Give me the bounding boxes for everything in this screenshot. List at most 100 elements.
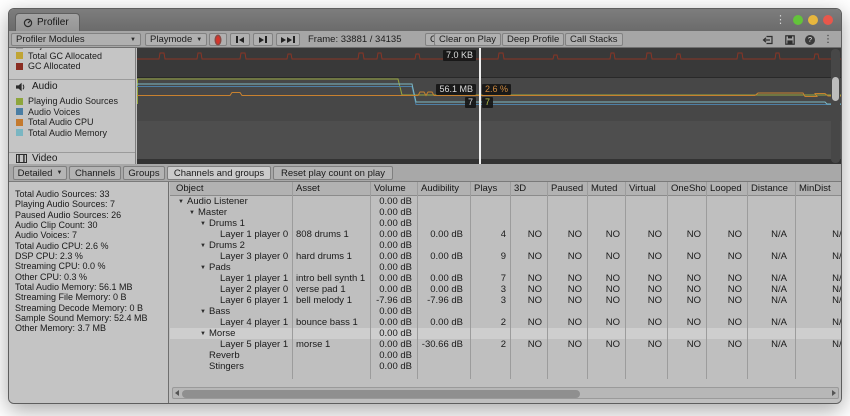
column-separator[interactable] bbox=[547, 182, 548, 379]
column-separator[interactable] bbox=[370, 182, 371, 379]
column-header-object[interactable]: Object bbox=[170, 182, 292, 195]
frame-playhead[interactable] bbox=[479, 48, 481, 164]
foldout-arrow-icon[interactable]: ▼ bbox=[200, 329, 209, 339]
column-header-muted[interactable]: Muted bbox=[587, 182, 625, 195]
column-header-volume[interactable]: Volume bbox=[370, 182, 417, 195]
column-separator[interactable] bbox=[470, 182, 471, 379]
table-row[interactable]: ▼Drums 10.00 dB bbox=[170, 218, 841, 229]
cell-asset bbox=[292, 240, 370, 251]
cell-mindist: N/A bbox=[795, 339, 841, 350]
cell-muted bbox=[587, 207, 625, 218]
column-header-looped[interactable]: Looped bbox=[706, 182, 747, 195]
table-row[interactable]: Layer 2 player 0verse pad 10.00 dB0.00 d… bbox=[170, 284, 841, 295]
scroll-left-arrow-icon[interactable] bbox=[175, 390, 179, 396]
chart-scrollbar-thumb[interactable] bbox=[832, 77, 839, 101]
object-label: Layer 1 player 1 bbox=[220, 273, 288, 284]
column-separator[interactable] bbox=[292, 182, 293, 379]
cell-object: Stingers bbox=[170, 361, 292, 372]
column-separator[interactable] bbox=[795, 182, 796, 379]
profiler-modules-dropdown[interactable]: Profiler Modules ▼ bbox=[11, 33, 141, 46]
cell-volume: 0.00 dB bbox=[370, 306, 417, 317]
column-header-mindist[interactable]: MinDist bbox=[795, 182, 841, 195]
legend-item[interactable]: Total Audio Memory bbox=[9, 128, 135, 139]
legend-item[interactable]: Total GC Allocated bbox=[9, 51, 135, 62]
column-header-oneshot[interactable]: OneShot bbox=[667, 182, 706, 195]
traffic-light-green[interactable] bbox=[793, 15, 803, 25]
load-profile-button[interactable] bbox=[759, 33, 777, 46]
foldout-arrow-icon[interactable]: ▼ bbox=[200, 263, 209, 273]
column-header-distance[interactable]: Distance bbox=[747, 182, 795, 195]
record-button[interactable] bbox=[209, 33, 227, 46]
column-separator[interactable] bbox=[510, 182, 511, 379]
table-row[interactable]: ▼Master0.00 dB bbox=[170, 207, 841, 218]
table-row[interactable]: Layer 6 player 1bell melody 1-7.96 dB-7.… bbox=[170, 295, 841, 306]
toolbar-menu-button[interactable]: ⋮ bbox=[819, 33, 837, 46]
cell-distance bbox=[747, 196, 795, 207]
column-separator[interactable] bbox=[625, 182, 626, 379]
help-button[interactable]: ? bbox=[801, 33, 819, 46]
cell-mindist bbox=[795, 240, 841, 251]
table-row[interactable]: ▼Pads0.00 dB bbox=[170, 262, 841, 273]
playmode-dropdown[interactable]: Playmode ▼ bbox=[145, 33, 207, 46]
tab-groups[interactable]: Groups bbox=[123, 166, 165, 180]
column-separator[interactable] bbox=[747, 182, 748, 379]
titlebar-menu-icon[interactable]: ⋮ bbox=[773, 15, 788, 26]
table-row[interactable]: Layer 5 player 1morse 10.00 dB-30.66 dB2… bbox=[170, 339, 841, 350]
table-row[interactable]: ▼Morse0.00 dB bbox=[170, 328, 841, 339]
cell-plays bbox=[470, 361, 510, 372]
chart-vertical-scrollbar[interactable] bbox=[831, 49, 840, 163]
legend-item[interactable]: GC Allocated bbox=[9, 61, 135, 72]
column-separator[interactable] bbox=[706, 182, 707, 379]
call-stacks-button[interactable]: Call Stacks bbox=[565, 33, 623, 46]
table-row[interactable]: ▼Audio Listener0.00 dB bbox=[170, 196, 841, 207]
clear-on-play-button[interactable]: Clear on Play bbox=[434, 33, 501, 46]
reset-play-count-button[interactable]: Reset play count on play bbox=[273, 166, 393, 180]
traffic-light-red[interactable] bbox=[823, 15, 833, 25]
current-frame-button[interactable] bbox=[276, 33, 300, 46]
scroll-right-arrow-icon[interactable] bbox=[832, 390, 836, 396]
table-row[interactable]: Stingers0.00 dB bbox=[170, 361, 841, 372]
foldout-arrow-icon[interactable]: ▼ bbox=[189, 208, 198, 218]
table-row[interactable]: Layer 1 player 1intro bell synth 10.00 d… bbox=[170, 273, 841, 284]
legend-item[interactable]: Audio Voices bbox=[9, 107, 135, 118]
foldout-arrow-icon[interactable]: ▼ bbox=[200, 307, 209, 317]
detailed-view-dropdown[interactable]: Detailed ▼ bbox=[13, 166, 67, 180]
cell-volume: 0.00 dB bbox=[370, 218, 417, 229]
column-header-audibility[interactable]: Audibility bbox=[417, 182, 470, 195]
table-row[interactable]: ▼Bass0.00 dB bbox=[170, 306, 841, 317]
tab-channels[interactable]: Channels bbox=[69, 166, 121, 180]
legend-item[interactable]: Playing Audio Sources bbox=[9, 96, 135, 107]
column-separator[interactable] bbox=[587, 182, 588, 379]
table-row[interactable]: Layer 4 player 1bounce bass 10.00 dB0.00… bbox=[170, 317, 841, 328]
column-header-plays[interactable]: Plays bbox=[470, 182, 510, 195]
chart-canvas[interactable]: 7.0 KB 56.1 MB 2.6 % 7 7 bbox=[137, 48, 841, 164]
cell-virtual: NO bbox=[625, 251, 667, 262]
table-row[interactable]: Layer 3 player 0hard drums 10.00 dB0.00 … bbox=[170, 251, 841, 262]
column-header-paused[interactable]: Paused bbox=[547, 182, 587, 195]
table-row[interactable]: ▼Drums 20.00 dB bbox=[170, 240, 841, 251]
next-frame-button[interactable] bbox=[253, 33, 273, 46]
table-row[interactable]: Layer 1 player 0808 drums 10.00 dB0.00 d… bbox=[170, 229, 841, 240]
legend-item[interactable]: Total Audio CPU bbox=[9, 117, 135, 128]
column-separator[interactable] bbox=[667, 182, 668, 379]
horizontal-scrollbar-thumb[interactable] bbox=[182, 390, 580, 398]
frame-counter: Frame: 33881 / 34135 bbox=[303, 33, 406, 46]
column-header-3d[interactable]: 3D bbox=[510, 182, 547, 195]
table-row[interactable]: Reverb0.00 dB bbox=[170, 350, 841, 361]
tab-channels-and-groups[interactable]: Channels and groups bbox=[167, 166, 271, 180]
prev-frame-button[interactable] bbox=[230, 33, 250, 46]
foldout-arrow-icon[interactable]: ▼ bbox=[200, 241, 209, 251]
save-profile-button[interactable] bbox=[781, 33, 799, 46]
foldout-arrow-icon[interactable]: ▼ bbox=[178, 197, 187, 207]
foldout-arrow-icon[interactable]: ▼ bbox=[200, 219, 209, 229]
horizontal-scrollbar[interactable] bbox=[172, 387, 839, 399]
next-frame-icon bbox=[259, 37, 264, 43]
module-legend-sidebar: Object CountTotal GC AllocatedGC Allocat… bbox=[9, 48, 136, 164]
column-header-asset[interactable]: Asset bbox=[292, 182, 370, 195]
cell-looped bbox=[706, 207, 747, 218]
window-tab-profiler[interactable]: Profiler bbox=[15, 13, 80, 31]
column-header-virtual[interactable]: Virtual bbox=[625, 182, 667, 195]
column-separator[interactable] bbox=[417, 182, 418, 379]
traffic-light-yellow[interactable] bbox=[808, 15, 818, 25]
deep-profile-button[interactable]: Deep Profile bbox=[502, 33, 564, 46]
